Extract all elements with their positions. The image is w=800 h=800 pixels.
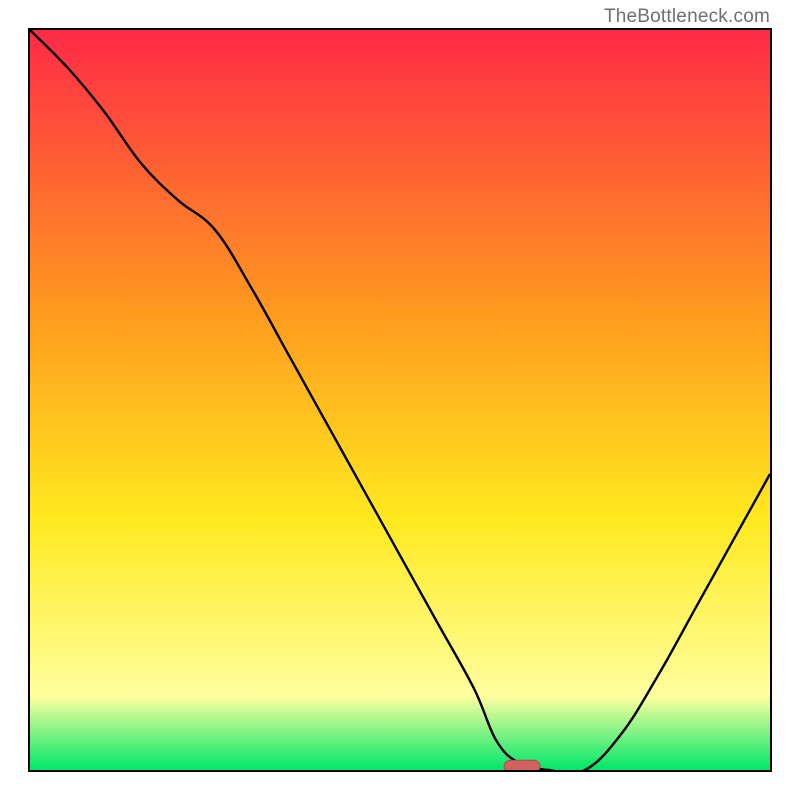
optimum-marker	[504, 760, 540, 770]
chart-container: TheBottleneck.com	[0, 0, 800, 800]
plot-area	[28, 28, 772, 772]
chart-svg	[30, 30, 770, 770]
gradient-background	[30, 30, 770, 770]
attribution-text: TheBottleneck.com	[604, 6, 770, 28]
